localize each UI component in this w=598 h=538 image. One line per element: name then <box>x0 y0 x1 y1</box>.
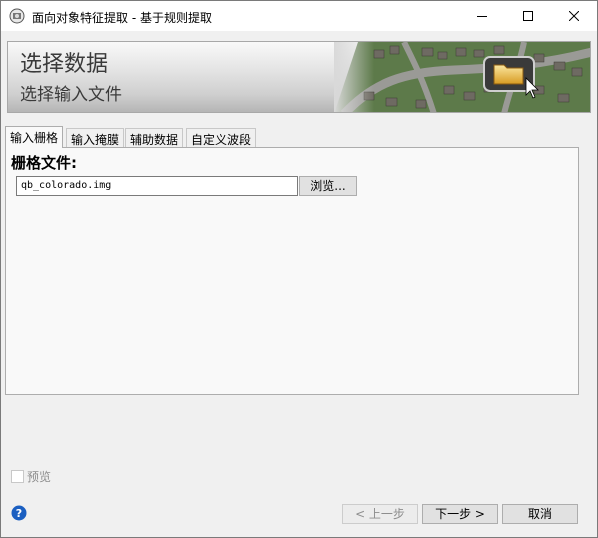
close-button[interactable] <box>551 1 597 31</box>
back-button[interactable]: < 上一步 <box>342 504 418 524</box>
aerial-photo-illustration <box>334 42 590 112</box>
preview-checkbox[interactable] <box>11 469 24 483</box>
minimize-icon <box>477 16 487 17</box>
window-title: 面向对象特征提取 - 基于规则提取 <box>32 11 212 25</box>
minimize-button[interactable] <box>459 1 505 31</box>
input-raster-panel: 栅格文件: qb_colorado.img 浏览... <box>5 147 579 395</box>
svg-text:?: ? <box>16 507 22 520</box>
preview-label: 预览 <box>27 469 52 484</box>
cancel-button[interactable]: 取消 <box>502 504 578 524</box>
raster-file-input[interactable]: qb_colorado.img <box>16 176 298 196</box>
tab-input-mask[interactable]: 输入掩膜 <box>66 128 125 148</box>
banner-title: 选择数据 <box>20 52 109 77</box>
title-bar[interactable]: 面向对象特征提取 - 基于规则提取 <box>1 1 597 31</box>
app-icon <box>9 8 25 24</box>
tab-ancillary-data[interactable]: 辅助数据 <box>125 128 184 148</box>
maximize-button[interactable] <box>505 1 551 31</box>
help-icon[interactable]: ? <box>11 505 27 521</box>
header-banner: 选择数据 选择输入文件 <box>7 41 591 113</box>
close-icon <box>569 11 579 21</box>
tab-input-raster[interactable]: 输入栅格 <box>5 126 64 148</box>
next-button[interactable]: 下一步 > <box>422 504 498 524</box>
maximize-icon <box>523 11 533 21</box>
raster-file-label: 栅格文件: <box>11 154 77 172</box>
browse-button[interactable]: 浏览... <box>299 176 357 196</box>
wizard-window: 面向对象特征提取 - 基于规则提取 选择数据 选择输入文件 输入栅格 输入掩膜 … <box>0 0 598 538</box>
preview-option: 预览 <box>11 468 51 484</box>
tab-custom-bands[interactable]: 自定义波段 <box>186 128 257 148</box>
banner-subtitle: 选择输入文件 <box>20 85 122 105</box>
